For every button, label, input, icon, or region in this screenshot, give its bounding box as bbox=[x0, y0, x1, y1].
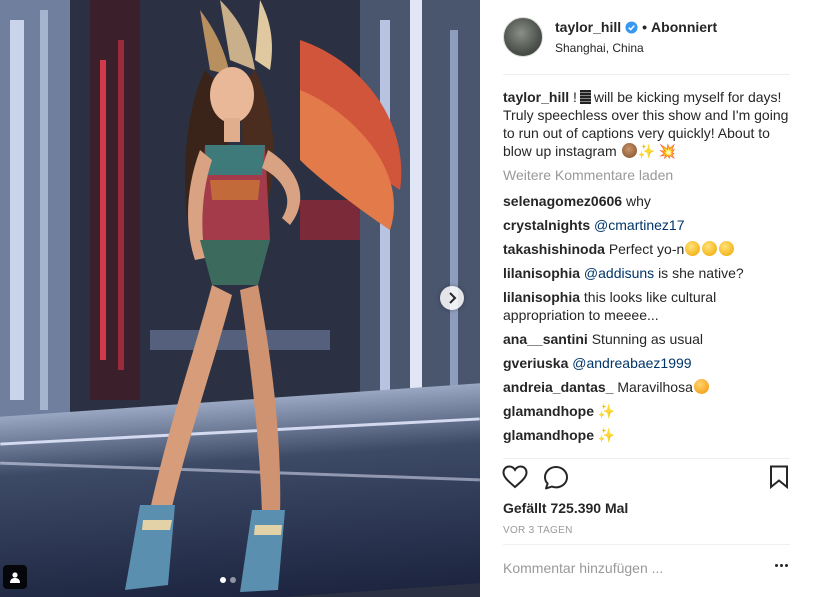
verified-badge-icon bbox=[625, 20, 638, 34]
comment-text: Perfect yo-n bbox=[608, 241, 685, 257]
user-tag-icon bbox=[10, 572, 20, 583]
collision-emoji-icon: 💥 bbox=[658, 143, 677, 159]
likes-count[interactable]: Gefällt 725.390 Mal bbox=[503, 500, 628, 516]
username-link[interactable]: taylor_hill bbox=[555, 19, 621, 35]
comment-text: why bbox=[625, 193, 651, 209]
comment-text: Maravilhosa bbox=[617, 379, 693, 395]
comment-username[interactable]: lilanisophia bbox=[503, 265, 580, 281]
follow-status-button[interactable]: Abonniert bbox=[651, 19, 717, 35]
model-figure bbox=[125, 0, 402, 592]
bookmark-icon[interactable] bbox=[769, 465, 789, 489]
header-text: taylor_hill • Abonniert Shanghai, China bbox=[555, 19, 717, 55]
chevron-right-icon bbox=[449, 292, 457, 304]
carousel-dot-active bbox=[220, 577, 226, 583]
carousel-indicator bbox=[220, 577, 236, 583]
comments-list: taylor_hill ! will be kicking myself for … bbox=[503, 88, 793, 460]
screen-emoji-icon bbox=[579, 90, 591, 104]
avatar[interactable] bbox=[503, 17, 543, 57]
comment-text: is she native? bbox=[658, 265, 744, 281]
more-options-icon[interactable] bbox=[775, 564, 788, 567]
caption-text-1: ! bbox=[573, 89, 577, 105]
comment-username[interactable]: selenagomez0606 bbox=[503, 193, 622, 209]
post-timestamp[interactable]: VOR 3 TAGEN bbox=[503, 525, 573, 536]
comment-item: glamandhope ✨ bbox=[503, 402, 793, 420]
comment-username[interactable]: glamandhope bbox=[503, 403, 594, 419]
sparkles-emoji-icon: ✨ bbox=[637, 143, 655, 159]
more-dot bbox=[775, 564, 778, 567]
action-bar bbox=[502, 465, 792, 491]
monkey-emoji-icon bbox=[621, 143, 637, 158]
next-image-button[interactable] bbox=[440, 286, 464, 310]
heart-icon[interactable] bbox=[502, 465, 528, 489]
header-line: taylor_hill • Abonniert bbox=[555, 19, 717, 35]
comment-username[interactable]: lilanisophia bbox=[503, 289, 580, 305]
caption-username[interactable]: taylor_hill bbox=[503, 89, 569, 105]
load-more-comments-link[interactable]: Weitere Kommentare laden bbox=[503, 166, 793, 184]
carousel-dot bbox=[230, 577, 236, 583]
divider bbox=[503, 544, 790, 545]
comment-item: ana__santini Stunning as usual bbox=[503, 330, 793, 348]
post-photo[interactable] bbox=[0, 0, 480, 597]
comment-username[interactable]: andreia_dantas_ bbox=[503, 379, 614, 395]
comment-item: selenagomez0606 why bbox=[503, 192, 793, 210]
comment-username[interactable]: gveriuska bbox=[503, 355, 568, 371]
separator: • bbox=[642, 19, 648, 35]
more-dot bbox=[780, 564, 783, 567]
post-header: taylor_hill • Abonniert Shanghai, China bbox=[503, 17, 790, 75]
comment-username[interactable]: takashishinoda bbox=[503, 241, 605, 257]
divider bbox=[503, 458, 790, 459]
mention-link[interactable]: @cmartinez17 bbox=[594, 217, 684, 233]
comment-text: Stunning as usual bbox=[591, 331, 704, 347]
sparkles-emoji-icon: ✨ bbox=[597, 403, 616, 419]
location-link[interactable]: Shanghai, China bbox=[555, 41, 717, 55]
grinning-emoji-icon bbox=[719, 241, 735, 256]
comment-username[interactable]: crystalnights bbox=[503, 217, 590, 233]
comment-item: takashishinoda Perfect yo-n bbox=[503, 240, 793, 258]
grinning-emoji-icon bbox=[702, 241, 718, 256]
comment-item: lilanisophia this looks like cultural ap… bbox=[503, 288, 793, 324]
comment-username[interactable]: glamandhope bbox=[503, 427, 594, 443]
comment-item: crystalnights @cmartinez17 bbox=[503, 216, 793, 234]
comment-item: andreia_dantas_ Maravilhosa bbox=[503, 378, 793, 396]
heart-eyes-emoji-icon bbox=[693, 379, 709, 394]
sparkles-emoji-icon: ✨ bbox=[597, 427, 616, 443]
user-tag-button[interactable] bbox=[3, 565, 27, 589]
comment-username[interactable]: ana__santini bbox=[503, 331, 588, 347]
more-dot bbox=[785, 564, 788, 567]
grinning-emoji-icon bbox=[685, 241, 701, 256]
add-comment-input[interactable]: Kommentar hinzufügen ... bbox=[503, 560, 793, 576]
post-details-panel: taylor_hill • Abonniert Shanghai, China … bbox=[480, 0, 816, 597]
caption: taylor_hill ! will be kicking myself for … bbox=[503, 88, 793, 160]
mention-link[interactable]: @andreabaez1999 bbox=[572, 355, 691, 371]
comment-icon[interactable] bbox=[543, 465, 569, 490]
comment-item: lilanisophia @addisuns is she native? bbox=[503, 264, 793, 282]
comment-item: glamandhope ✨ bbox=[503, 426, 793, 444]
comment-item: gveriuska @andreabaez1999 bbox=[503, 354, 793, 372]
mention-link[interactable]: @addisuns bbox=[584, 265, 654, 281]
